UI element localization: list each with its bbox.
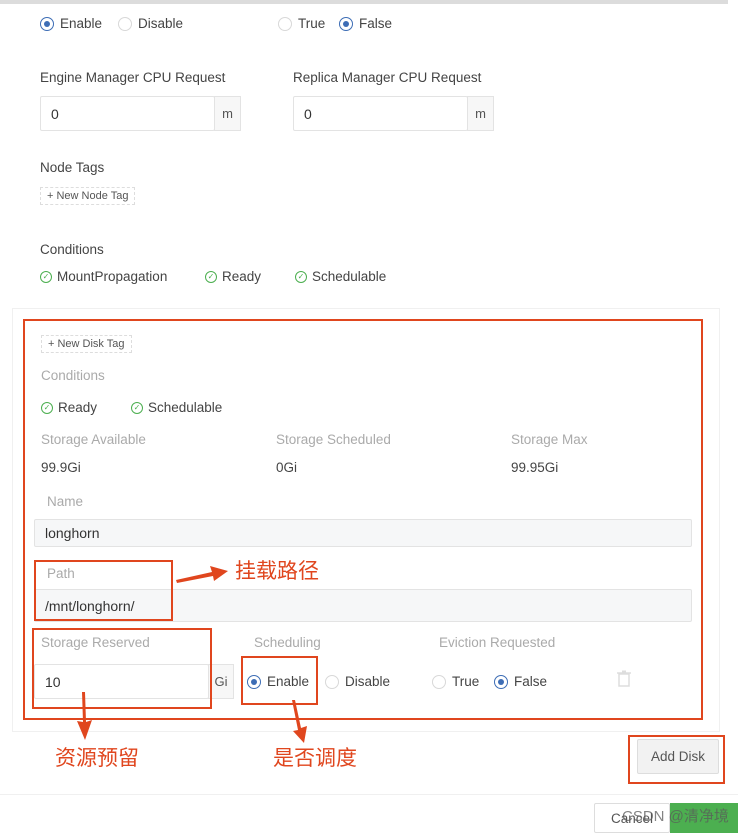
storage-scheduled-value: 0Gi <box>276 460 298 475</box>
condition-label: Ready <box>58 400 98 415</box>
check-circle-icon: ✓ <box>295 270 307 283</box>
storage-scheduled-label: Storage Scheduled <box>276 432 391 447</box>
new-disk-tag-button[interactable]: + New Disk Tag <box>41 335 132 353</box>
trash-icon[interactable] <box>617 670 631 687</box>
check-circle-icon: ✓ <box>40 270 52 283</box>
watermark: CSDN @清净境 <box>622 808 729 825</box>
radio-dot <box>325 674 339 689</box>
annotation-reserved: 资源预留 <box>55 746 139 770</box>
radio-dot <box>40 16 54 31</box>
check-circle-icon: ✓ <box>205 270 217 283</box>
name-input[interactable]: longhorn <box>34 519 692 547</box>
condition-label: Ready <box>222 269 262 284</box>
radio-label: True <box>298 16 326 31</box>
radio-enable[interactable]: Enable <box>40 16 102 31</box>
footer-divider <box>0 794 738 795</box>
annotation-arrow-icon <box>292 700 307 743</box>
condition-schedulable: ✓ Schedulable <box>295 269 386 284</box>
eviction-true-radio[interactable]: True <box>432 674 479 689</box>
radio-dot <box>494 674 508 689</box>
check-circle-icon: ✓ <box>131 401 143 414</box>
check-circle-icon: ✓ <box>41 401 53 414</box>
disk-conditions-label: Conditions <box>41 368 105 383</box>
node-conditions-label: Conditions <box>40 242 104 257</box>
annotation-scheduling: 是否调度 <box>273 746 357 770</box>
radio-label: Disable <box>138 16 184 31</box>
replica-cpu-input[interactable]: 0 <box>293 96 468 131</box>
replica-cpu-unit: m <box>467 96 494 131</box>
annotation-box-scheduling <box>241 656 318 705</box>
condition-ready: ✓ Ready <box>205 269 261 284</box>
radio-dot <box>278 16 292 31</box>
eviction-label: Eviction Requested <box>439 635 556 650</box>
disk-condition-schedulable: ✓ Schedulable <box>131 400 222 415</box>
annotation-arrow-icon <box>77 692 92 740</box>
name-label: Name <box>47 494 84 509</box>
condition-label: MountPropagation <box>57 269 168 284</box>
storage-max-label: Storage Max <box>511 432 588 447</box>
annotation-arrow-icon <box>176 566 228 583</box>
node-tags-label: Node Tags <box>40 160 105 175</box>
radio-disable[interactable]: Disable <box>118 16 183 31</box>
engine-cpu-unit: m <box>214 96 241 131</box>
radio-true[interactable]: True <box>278 16 325 31</box>
top-divider <box>0 0 728 4</box>
new-node-tag-button[interactable]: + New Node Tag <box>40 187 136 205</box>
radio-label: True <box>452 674 480 689</box>
eviction-false-radio[interactable]: False <box>494 674 547 689</box>
radio-label: False <box>359 16 393 31</box>
condition-mountpropagation: ✓ MountPropagation <box>40 269 167 284</box>
replica-cpu-label: Replica Manager CPU Request <box>293 70 482 85</box>
scheduling-label: Scheduling <box>254 635 321 650</box>
radio-dot <box>339 16 353 31</box>
radio-label: False <box>514 674 548 689</box>
radio-label: Enable <box>60 16 103 31</box>
condition-label: Schedulable <box>312 269 387 284</box>
engine-cpu-input[interactable]: 0 <box>40 96 215 131</box>
storage-available-label: Storage Available <box>41 432 146 447</box>
radio-false[interactable]: False <box>339 16 392 31</box>
storage-available-value: 99.9Gi <box>41 460 81 475</box>
radio-dot <box>118 16 132 31</box>
engine-cpu-label: Engine Manager CPU Request <box>40 70 226 85</box>
annotation-path: 挂载路径 <box>235 559 319 583</box>
radio-dot <box>432 674 446 689</box>
condition-label: Schedulable <box>148 400 223 415</box>
storage-max-value: 99.95Gi <box>511 460 559 475</box>
disk-condition-ready: ✓ Ready <box>41 400 97 415</box>
annotation-box-reserved <box>32 628 212 709</box>
scheduling-disable-radio[interactable]: Disable <box>325 674 390 689</box>
annotation-box-add-disk <box>628 735 725 784</box>
annotation-box-path <box>34 560 173 621</box>
radio-label: Disable <box>345 674 391 689</box>
